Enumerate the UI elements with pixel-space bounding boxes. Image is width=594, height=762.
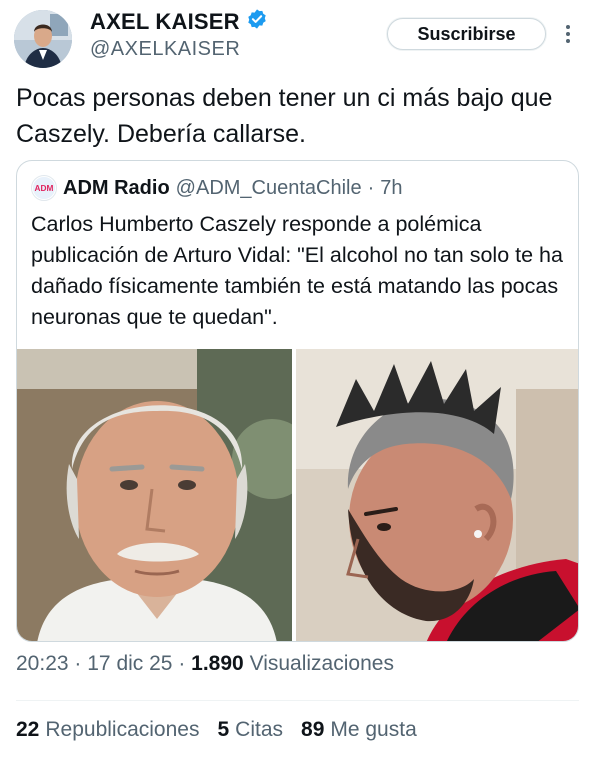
adm-logo-text: ADM [35,183,54,193]
verified-badge-icon [246,8,268,35]
tweet-meta: 20:23 · 17 dic 25 · 1.890 Visualizacione… [16,652,394,676]
quoted-time[interactable]: 7h [380,177,402,200]
views-label: Visualizaciones [249,652,394,675]
tweet-text: Pocas personas deben tener un ci más baj… [16,84,553,148]
reposts-stat[interactable]: 22 Republicaciones [16,718,199,742]
quoted-tweet-header: ADM ADM Radio @ADM_CuentaChile · 7h [31,175,403,201]
adm-logo-icon: ADM [31,175,57,201]
quoted-display-name[interactable]: ADM Radio [63,177,170,200]
subscribe-button[interactable]: Suscribirse [387,18,546,50]
likes-count: 89 [301,718,325,741]
quoted-separator: · [367,176,375,199]
more-vertical-icon[interactable] [560,22,576,46]
quoted-tweet-card[interactable]: ADM ADM Radio @ADM_CuentaChile · 7h Carl… [16,160,579,642]
quoted-media [17,349,578,641]
tweet-date[interactable]: 17 dic 25 [87,652,172,675]
views-count: 1.890 [191,652,244,675]
meta-separator: · [74,652,82,675]
quoted-handle[interactable]: @ADM_CuentaChile [176,177,362,200]
photo-caszely[interactable] [17,349,292,641]
quotes-stat[interactable]: 5 Citas [217,718,283,742]
meta-separator: · [178,652,186,675]
quoted-tweet-text: Carlos Humberto Caszely responde a polém… [31,212,563,329]
reposts-label: Republicaciones [45,718,200,741]
quotes-count: 5 [217,718,230,741]
engagement-stats: 22 Republicaciones 5 Citas 89 Me gusta [16,718,417,742]
author-display-name[interactable]: AXEL KAISER [90,9,240,35]
author-handle[interactable]: @AXELKAISER [90,38,240,61]
tweet-time[interactable]: 20:23 [16,652,69,675]
likes-stat[interactable]: 89 Me gusta [301,718,417,742]
divider [16,700,579,701]
reposts-count: 22 [16,718,40,741]
likes-label: Me gusta [330,718,417,741]
tweet-header: AXEL KAISER @AXELKAISER Suscribirse [0,0,594,76]
avatar[interactable] [14,10,72,68]
photo-vidal[interactable] [296,349,578,641]
quotes-label: Citas [235,718,284,741]
